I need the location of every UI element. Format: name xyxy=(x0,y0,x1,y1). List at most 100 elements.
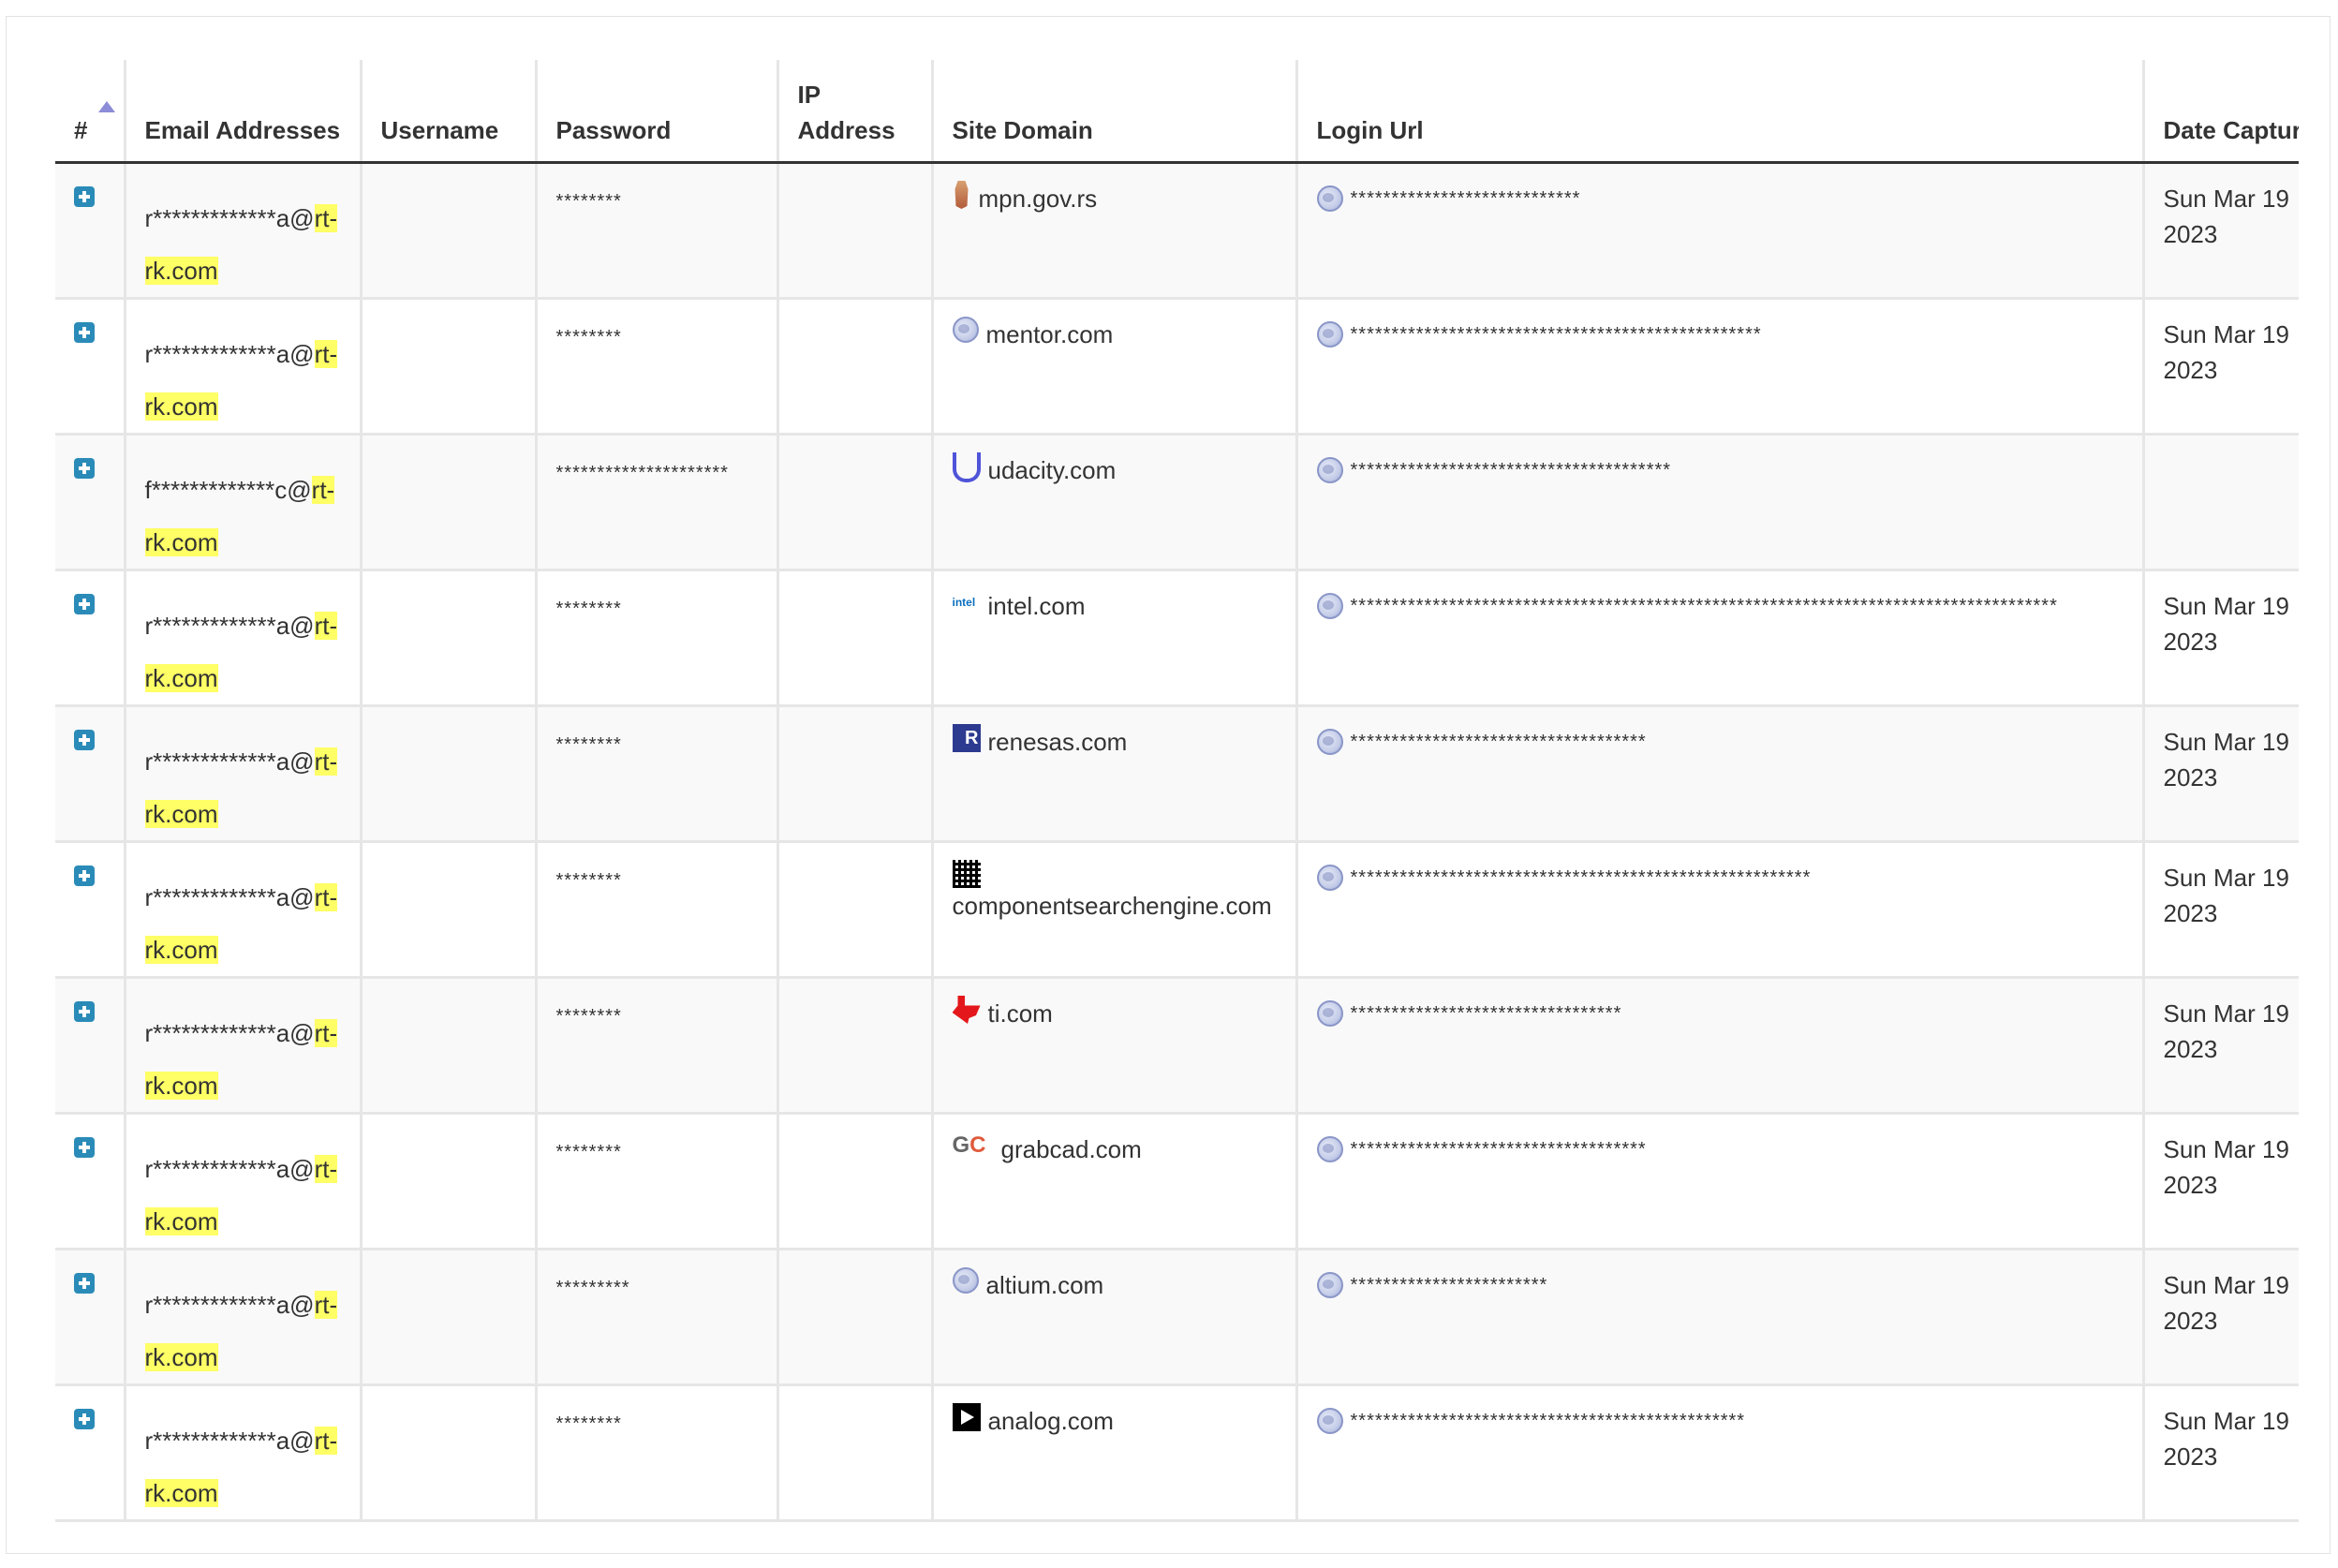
date-captured: Sun Mar 19 2023 xyxy=(2163,1407,2289,1471)
email-masked-prefix: r*************a@ xyxy=(144,340,315,368)
password-cell: ******** xyxy=(534,1113,777,1250)
expand-row-plus-icon[interactable] xyxy=(74,1137,95,1158)
email-masked-prefix: f*************c@ xyxy=(144,476,312,504)
expand-row-plus-icon[interactable] xyxy=(74,322,95,343)
site-domain[interactable]: analog.com xyxy=(988,1403,1114,1439)
email-masked-prefix: r*************a@ xyxy=(144,612,315,640)
column-header-ip-address[interactable]: IP Address xyxy=(776,60,932,164)
column-header-email[interactable]: Email Addresses xyxy=(123,60,361,164)
site-domain[interactable]: intel.com xyxy=(988,588,1086,624)
email-cell: r*************a@rt-rk.com xyxy=(123,705,361,843)
site-domain-cell: mpn.gov.rs xyxy=(930,162,1296,300)
username-cell xyxy=(359,434,536,571)
date-captured-cell: Sun Mar 19 2023 xyxy=(2141,1249,2299,1386)
grabcad-logo-icon: GC xyxy=(952,1132,986,1158)
column-header-number[interactable]: # xyxy=(55,60,125,164)
analog-devices-logo-icon xyxy=(952,1403,981,1431)
expand-row-plus-icon[interactable] xyxy=(74,186,95,207)
login-url-cell: ****************************************… xyxy=(1295,1384,2143,1522)
table-row: r*************a@rt-rk.com ******** ti.co… xyxy=(55,977,2299,1115)
site-domain[interactable]: altium.com xyxy=(986,1267,1104,1303)
email-masked-prefix: r*************a@ xyxy=(144,1019,315,1047)
masked-login-url[interactable]: ****************************************… xyxy=(1351,588,2058,624)
column-header-username[interactable]: Username xyxy=(359,60,536,164)
ip-address-cell xyxy=(776,705,932,843)
globe-icon xyxy=(1316,457,1343,483)
ip-address-cell xyxy=(776,1384,932,1522)
username-cell xyxy=(359,1113,536,1250)
row-expand-cell xyxy=(55,162,125,300)
credentials-table: # Email Addresses Username Password IP A… xyxy=(55,60,2299,1522)
table-row: r*************a@rt-rk.com ********* alti… xyxy=(55,1249,2299,1386)
username-cell xyxy=(359,1384,536,1522)
masked-login-url[interactable]: **************************** xyxy=(1351,181,1581,216)
username-cell xyxy=(359,705,536,843)
globe-icon xyxy=(1316,1408,1343,1434)
email-masked-prefix: r*************a@ xyxy=(144,1155,315,1183)
date-captured-cell: Sun Mar 19 2023 xyxy=(2141,162,2299,300)
expand-row-plus-icon[interactable] xyxy=(74,1409,95,1429)
globe-icon xyxy=(1316,321,1343,348)
table-row: f*************c@rt-rk.com **************… xyxy=(55,434,2299,571)
site-domain-cell: componentsearchengine.com xyxy=(930,841,1296,979)
email-domain-highlight: rt- xyxy=(314,1291,338,1319)
globe-icon xyxy=(1316,729,1343,755)
email-cell: f*************c@rt-rk.com xyxy=(123,434,361,571)
row-expand-cell xyxy=(55,298,125,436)
password-cell: ******** xyxy=(534,162,777,300)
site-domain[interactable]: udacity.com xyxy=(988,452,1117,488)
login-url-cell: ****************************************… xyxy=(1295,298,2143,436)
masked-password: ********************* xyxy=(555,463,729,483)
masked-password: ******** xyxy=(555,1413,622,1434)
date-captured-cell: Sun Mar 19 2023 xyxy=(2141,1113,2299,1250)
masked-login-url[interactable]: ****************************************… xyxy=(1351,317,1762,352)
masked-login-url[interactable]: ****************************************… xyxy=(1351,860,1812,895)
masked-login-url[interactable]: ************************************ xyxy=(1351,724,1647,760)
email-masked-prefix: r*************a@ xyxy=(144,883,315,911)
site-domain-cell: intel intel.com xyxy=(930,570,1296,707)
site-domain[interactable]: ti.com xyxy=(988,996,1053,1031)
row-expand-cell xyxy=(55,1384,125,1522)
masked-password: ******** xyxy=(555,327,622,348)
column-header-site-domain[interactable]: Site Domain xyxy=(930,60,1296,164)
email-domain-highlight: rt- xyxy=(314,340,338,368)
site-domain[interactable]: renesas.com xyxy=(988,724,1128,760)
email-masked-prefix: r*************a@ xyxy=(144,204,315,232)
row-expand-cell xyxy=(55,570,125,707)
site-domain[interactable]: grabcad.com xyxy=(1001,1132,1142,1167)
table-scroll-container[interactable]: # Email Addresses Username Password IP A… xyxy=(55,60,2299,1568)
site-domain[interactable]: componentsearchengine.com xyxy=(953,888,1272,924)
row-expand-cell xyxy=(55,705,125,843)
site-domain[interactable]: mentor.com xyxy=(986,317,1114,352)
ip-address-cell xyxy=(776,162,932,300)
expand-row-plus-icon[interactable] xyxy=(74,730,95,750)
password-cell: ********************* xyxy=(534,434,777,571)
date-captured-cell xyxy=(2141,434,2299,571)
column-header-date-captured[interactable]: Date Captured xyxy=(2141,60,2299,164)
expand-row-plus-icon[interactable] xyxy=(74,865,95,886)
site-domain[interactable]: mpn.gov.rs xyxy=(979,181,1098,216)
email-domain-highlight: rk.com xyxy=(144,800,218,828)
date-captured: Sun Mar 19 2023 xyxy=(2163,592,2289,656)
expand-row-plus-icon[interactable] xyxy=(74,1001,95,1022)
password-cell: ******** xyxy=(534,570,777,707)
sort-ascending-icon xyxy=(98,101,115,112)
email-domain-highlight: rk.com xyxy=(144,1207,218,1235)
masked-login-url[interactable]: ************************************ xyxy=(1351,1132,1647,1167)
password-cell: ********* xyxy=(534,1249,777,1386)
masked-login-url[interactable]: *************************************** xyxy=(1351,452,1672,488)
expand-row-plus-icon[interactable] xyxy=(74,594,95,614)
masked-login-url[interactable]: ****************************************… xyxy=(1351,1403,1746,1439)
expand-row-plus-icon[interactable] xyxy=(74,458,95,479)
column-header-password[interactable]: Password xyxy=(534,60,777,164)
masked-login-url[interactable]: ************************ xyxy=(1351,1267,1548,1303)
row-expand-cell xyxy=(55,977,125,1115)
column-header-login-url[interactable]: Login Url xyxy=(1295,60,2143,164)
table-row: r*************a@rt-rk.com ******** intel… xyxy=(55,570,2299,707)
email-masked-prefix: r*************a@ xyxy=(144,1427,315,1455)
masked-login-url[interactable]: ********************************* xyxy=(1351,996,1622,1031)
email-cell: r*************a@rt-rk.com xyxy=(123,1249,361,1386)
email-domain-highlight: rt- xyxy=(314,1155,338,1183)
expand-row-plus-icon[interactable] xyxy=(74,1273,95,1294)
email-domain-highlight: rk.com xyxy=(144,1072,218,1100)
